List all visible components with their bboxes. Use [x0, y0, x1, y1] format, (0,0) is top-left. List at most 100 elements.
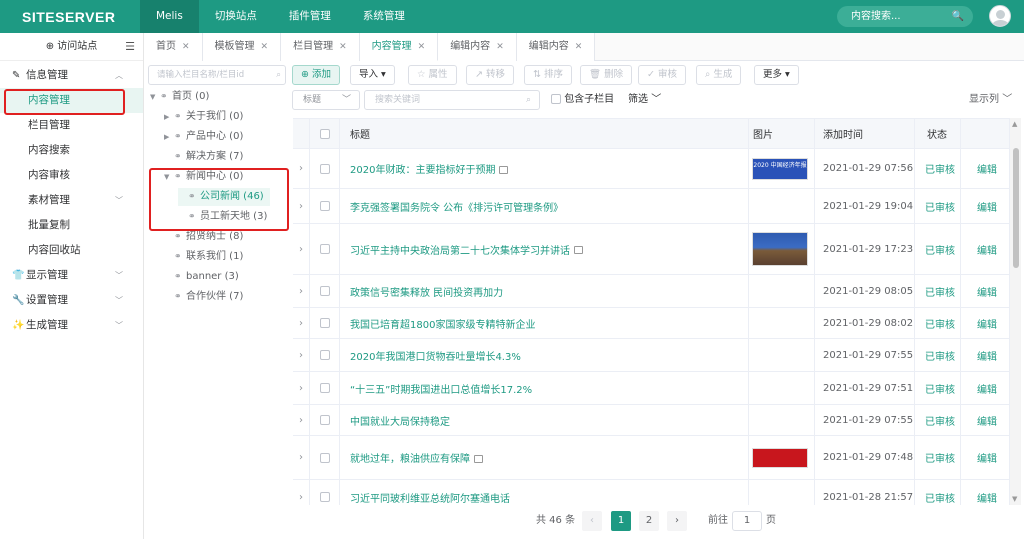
expand-row-icon[interactable]: › [299, 286, 303, 297]
scroll-up-icon[interactable]: ▲ [1012, 120, 1017, 128]
tab-template[interactable]: 模板管理 ✕ [202, 33, 282, 61]
row-edit-link[interactable]: 编辑 [977, 242, 997, 257]
tab-channel[interactable]: 栏目管理 ✕ [281, 33, 360, 61]
row-edit-link[interactable]: 编辑 [977, 316, 997, 331]
close-icon[interactable]: ✕ [339, 42, 347, 52]
expand-row-icon[interactable]: › [299, 318, 303, 329]
expand-row-icon[interactable]: › [299, 350, 303, 361]
row-title-link[interactable]: 李克强签署国务院令 公布《排污许可管理条例》 [350, 199, 563, 214]
nav-item-plugins[interactable]: 插件管理 [273, 0, 347, 33]
scroll-thumb[interactable] [1013, 148, 1019, 268]
table-row[interactable]: › 政策信号密集释放 民间投资再加力 2021-01-29 08:05 已审核 编辑 [293, 275, 1009, 308]
row-title-link[interactable]: 政策信号密集释放 民间投资再加力 [350, 284, 503, 299]
more-button[interactable]: 更多 ▾ [754, 65, 799, 85]
table-row[interactable]: › 李克强签署国务院令 公布《排污许可管理条例》 2021-01-29 19:04 已… [293, 189, 1009, 224]
sort-button[interactable]: ⇅ 排序 [524, 65, 572, 85]
table-row[interactable]: › 就地过年，粮油供应有保障 2021-01-29 07:48 已审核 编辑 [293, 436, 1009, 480]
table-row[interactable]: › 我国已培育超1800家国家级专精特新企业 2021-01-29 08:02 已审核… [293, 308, 1009, 339]
expand-row-icon[interactable]: › [299, 383, 303, 394]
table-row[interactable]: › 习近平同玻利维亚总统阿尔塞通电话 2021-01-28 21:57 已审核 编辑 [293, 480, 1009, 505]
row-checkbox[interactable] [310, 339, 340, 371]
row-title-link[interactable]: 我国已培育超1800家国家级专精特新企业 [350, 316, 535, 331]
include-children-checkbox[interactable]: 包含子栏目 [551, 90, 614, 110]
visit-site-link[interactable]: ⊕ 访问站点 ☰ [0, 33, 143, 61]
tree-node[interactable]: ▼ ⚭ 首页 (0) [150, 88, 209, 106]
expand-row-icon[interactable]: › [299, 244, 303, 255]
check-button[interactable]: ✓ 审核 [638, 65, 686, 85]
sidebar-group-generate[interactable]: ✨ 生成管理 ﹀ [0, 313, 143, 338]
checkbox[interactable] [319, 415, 330, 425]
close-icon[interactable]: ✕ [182, 42, 190, 52]
row-edit-link[interactable]: 编辑 [977, 284, 997, 299]
field-select[interactable]: 标题 ﹀ [292, 90, 360, 110]
close-icon[interactable]: ✕ [261, 42, 269, 52]
import-button[interactable]: 导入 ▾ [350, 65, 395, 85]
row-title-link[interactable]: 习近平主持中央政治局第二十七次集体学习并讲话 [350, 242, 570, 257]
row-checkbox[interactable] [310, 308, 340, 338]
row-checkbox[interactable] [310, 275, 340, 307]
tab-edit-1[interactable]: 编辑内容 ✕ [438, 33, 517, 61]
select-all-checkbox[interactable] [310, 119, 340, 148]
expand-row-icon[interactable]: › [299, 163, 303, 174]
sidebar-group-info[interactable]: ✎ 信息管理 ︿ [0, 63, 143, 88]
checkbox[interactable] [551, 94, 561, 104]
checkbox[interactable] [319, 492, 330, 502]
checkbox[interactable] [319, 128, 330, 139]
col-status[interactable]: 状态 [915, 119, 961, 148]
create-button[interactable]: ⌕ 生成 [696, 65, 742, 85]
row-thumbnail[interactable]: 2020 中国经济年报 [752, 157, 808, 180]
menu-toggle-icon[interactable]: ☰ [125, 33, 135, 61]
tab-home[interactable]: 首页 ✕ [144, 33, 203, 61]
row-edit-link[interactable]: 编辑 [977, 161, 997, 176]
move-button[interactable]: ↗ 转移 [466, 65, 514, 85]
checkbox[interactable] [319, 286, 330, 296]
sidebar-group-settings[interactable]: 🔧 设置管理 ﹀ [0, 288, 143, 313]
row-edit-link[interactable]: 编辑 [977, 413, 997, 428]
tree-node[interactable]: ⚭ 联系我们 (1) [164, 248, 243, 266]
row-checkbox[interactable] [310, 405, 340, 435]
row-title-link[interactable]: 2020年财政：主要指标好于预期 [350, 161, 495, 176]
tree-node[interactable]: ⚭ 合作伙伴 (7) [164, 288, 243, 306]
table-row[interactable]: › 中国就业大局保持稳定 2021-01-29 07:55 已审核 编辑 [293, 405, 1009, 436]
row-title-link[interactable]: 2020年我国港口货物吞吐量增长4.3% [350, 348, 521, 363]
user-avatar-icon[interactable] [989, 5, 1011, 27]
row-title-link[interactable]: 习近平同玻利维亚总统阿尔塞通电话 [350, 490, 510, 505]
nav-item-switch-site[interactable]: 切换站点 [199, 0, 273, 33]
row-edit-link[interactable]: 编辑 [977, 199, 997, 214]
row-edit-link[interactable]: 编辑 [977, 348, 997, 363]
sidebar-item-channel-manage[interactable]: 栏目管理 [0, 113, 143, 138]
caret-down-icon[interactable]: ▼ [150, 88, 160, 106]
close-icon[interactable]: ✕ [418, 42, 426, 52]
row-edit-link[interactable]: 编辑 [977, 490, 997, 505]
caret-right-icon[interactable]: ▶ [164, 108, 174, 126]
nav-item-system[interactable]: 系统管理 [347, 0, 421, 33]
sidebar-item-content-check[interactable]: 内容审核 [0, 163, 143, 188]
checkbox[interactable] [319, 318, 330, 328]
sidebar-item-material[interactable]: 素材管理 ﹀ [0, 188, 143, 213]
row-title-link[interactable]: “十三五”时期我国进出口总值增长17.2% [350, 381, 532, 396]
tree-node[interactable]: ⚭ banner (3) [164, 268, 239, 286]
col-image[interactable]: 图片 [749, 119, 815, 148]
expand-row-icon[interactable]: › [299, 415, 303, 426]
row-checkbox[interactable] [310, 372, 340, 404]
attr-button[interactable]: ☆ 属性 [408, 65, 457, 85]
row-thumbnail[interactable] [752, 232, 808, 266]
row-edit-link[interactable]: 编辑 [977, 381, 997, 396]
row-title-link[interactable]: 中国就业大局保持稳定 [350, 413, 450, 428]
col-time[interactable]: 添加时间 [815, 119, 915, 148]
tree-search-input[interactable]: 请输入栏目名称/栏目id ⌕ [148, 65, 286, 85]
row-checkbox[interactable] [310, 480, 340, 505]
pager-next-button[interactable]: › [667, 511, 687, 531]
checkbox[interactable] [319, 244, 330, 254]
expand-row-icon[interactable]: › [299, 492, 303, 503]
checkbox[interactable] [319, 452, 330, 463]
keyword-search-input[interactable]: 搜索关键词 ⌕ [364, 90, 540, 110]
close-icon[interactable]: ✕ [575, 42, 583, 52]
logo[interactable]: SITESERVER [0, 9, 140, 25]
table-row[interactable]: › 2020年财政：主要指标好于预期 2020 中国经济年报 2021-01-29 0… [293, 149, 1009, 189]
row-title-link[interactable]: 就地过年，粮油供应有保障 [350, 450, 470, 465]
sidebar-group-display[interactable]: 👕 显示管理 ﹀ [0, 263, 143, 288]
pager-page-2[interactable]: 2 [639, 511, 659, 531]
row-checkbox[interactable] [310, 149, 340, 188]
pager-prev-button[interactable]: ‹ [582, 511, 602, 531]
